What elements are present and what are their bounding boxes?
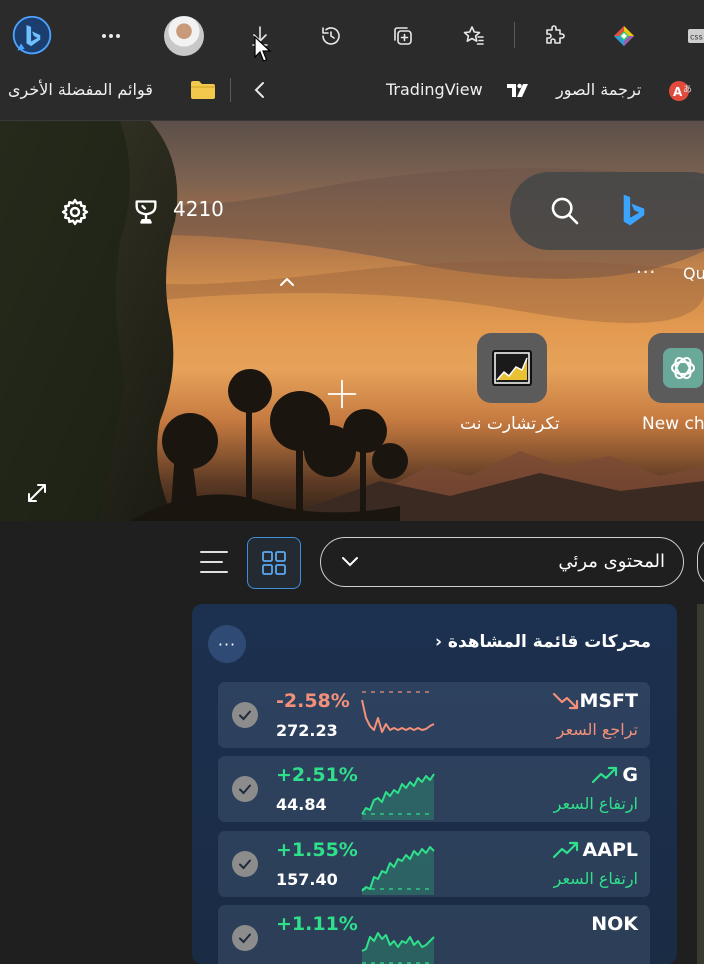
ticker-symbol: AAPL — [582, 839, 638, 861]
fav-item-image-translate[interactable]: ترجمة الصور — [556, 80, 641, 99]
quick-link-label-2[interactable]: New ch — [642, 414, 704, 434]
sparkline-line — [361, 699, 435, 733]
collections-icon[interactable] — [381, 14, 425, 58]
watchlist-row-aapl[interactable]: +1.55% 157.40 AAPL ارتفاع السعر — [218, 831, 650, 897]
content-visibility-select[interactable]: المحتوى مرئي — [320, 537, 684, 587]
adjacent-card[interactable] — [697, 604, 704, 964]
expand-icon[interactable] — [22, 478, 52, 508]
sparkline-chart — [361, 846, 435, 895]
next-feed-pill[interactable] — [697, 537, 704, 587]
profile-avatar[interactable] — [164, 16, 204, 56]
trend-down-icon — [552, 692, 579, 710]
quick-link-label-1[interactable]: تكرتشارت نت — [460, 414, 560, 434]
rewards-trophy-icon[interactable] — [129, 195, 163, 229]
trend-label: تراجع السعر — [556, 720, 638, 739]
quick-link-tile-1[interactable] — [477, 333, 547, 403]
toolbar-divider — [514, 22, 515, 48]
watchlist-row-msft[interactable]: -2.58% 272.23 MSFT تراجع السعر — [218, 682, 650, 748]
watchlist-row-g[interactable]: +2.51% 44.84 G ارتفاع السعر — [218, 756, 650, 822]
chatgpt-icon — [663, 348, 703, 388]
tradingview-icon[interactable] — [505, 80, 531, 100]
search-box[interactable] — [510, 172, 704, 250]
other-favorites-label[interactable]: قوائم المفضلة الأخرى — [8, 80, 153, 99]
chevron-up-icon[interactable] — [272, 270, 302, 294]
trend-up-icon — [552, 841, 579, 859]
ticker-symbol: NOK — [591, 913, 638, 935]
change-percent: +1.11% — [276, 913, 358, 935]
sparkline-area — [362, 933, 434, 964]
svg-text:あ: あ — [683, 84, 692, 95]
svg-text:A: A — [673, 85, 683, 99]
check-icon[interactable] — [232, 702, 258, 728]
grid-layout-icon — [262, 551, 286, 575]
trend-label: ارتفاع السعر — [553, 794, 638, 813]
grid-layout-button[interactable] — [247, 537, 301, 589]
folder-icon[interactable] — [190, 80, 216, 100]
check-icon[interactable] — [232, 851, 258, 877]
bing-logo-icon — [623, 194, 645, 226]
list-layout-icon[interactable] — [198, 548, 230, 576]
css-extension-icon[interactable]: css — [676, 14, 704, 58]
trend-label: ارتفاع السعر — [553, 869, 638, 888]
quick-link-tile-2[interactable] — [648, 333, 704, 403]
check-icon[interactable] — [232, 776, 258, 802]
chevron-left-icon[interactable] — [250, 78, 270, 102]
history-icon[interactable] — [309, 14, 353, 58]
check-icon[interactable] — [232, 925, 258, 951]
more-options-icon[interactable] — [89, 14, 133, 58]
bing-chat-icon[interactable] — [10, 14, 54, 58]
extensions-icon[interactable] — [533, 14, 577, 58]
search-icon[interactable] — [548, 194, 582, 228]
favorites-divider — [230, 78, 231, 102]
ticker-symbol: G — [622, 764, 638, 786]
rewards-points[interactable]: 4210 — [173, 197, 224, 221]
change-percent: +1.55% — [276, 839, 358, 861]
sparkline-area — [362, 847, 434, 895]
settings-gear-icon[interactable] — [58, 195, 92, 229]
watchlist-title[interactable]: محركات قائمة المشاهدة ‹ — [435, 632, 651, 652]
watchlist-row-nok[interactable]: +1.11% NOK — [218, 905, 650, 964]
sparkline-chart — [361, 691, 435, 733]
mouse-cursor-icon — [254, 36, 272, 62]
watchlist-movers-card: ··· محركات قائمة المشاهدة ‹ -2.58% 272.23… — [192, 604, 677, 964]
chart-icon — [492, 350, 532, 386]
price: 157.40 — [276, 870, 338, 889]
price: 44.84 — [276, 795, 327, 814]
search-more-icon[interactable]: ··· — [636, 262, 656, 283]
add-site-plus-icon[interactable] — [322, 374, 362, 414]
browser-toolbar: css — [0, 0, 704, 72]
search-suggestion[interactable]: Qu — [683, 264, 704, 283]
sparkline-chart — [361, 773, 435, 820]
trend-up-icon — [591, 766, 618, 784]
sparkline-chart — [361, 932, 435, 964]
change-percent: +2.51% — [276, 764, 358, 786]
ticker-symbol: MSFT — [579, 690, 638, 712]
price: 272.23 — [276, 721, 338, 740]
change-percent: -2.58% — [276, 690, 350, 712]
chevron-down-icon — [342, 557, 358, 567]
translate-icon[interactable]: A あ — [668, 78, 696, 104]
extension-color-icon[interactable] — [602, 14, 646, 58]
card-more-icon[interactable]: ··· — [208, 625, 246, 663]
svg-text:css: css — [690, 33, 703, 42]
content-select-label: المحتوى مرئي — [558, 551, 665, 572]
fav-item-tradingview[interactable]: TradingView — [386, 80, 483, 99]
favorites-icon[interactable] — [452, 14, 496, 58]
